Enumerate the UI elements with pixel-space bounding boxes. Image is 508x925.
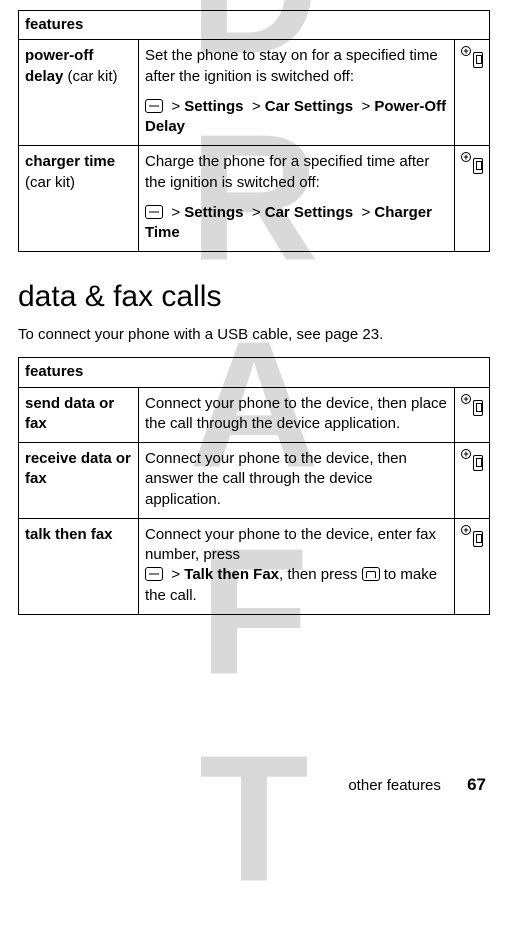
features-table-2: features send data or fax Connect your p… xyxy=(18,357,490,615)
feature-desc-cell: Connect your phone to the device, enter … xyxy=(139,518,455,614)
path-step: Car Settings xyxy=(265,98,353,115)
send-key-icon xyxy=(362,567,380,581)
feature-desc-cell: Set the phone to stay on for a specified… xyxy=(139,40,455,146)
section-heading: data & fax calls xyxy=(18,280,490,314)
feature-name-cell: receive data or fax xyxy=(19,443,139,519)
feature-desc-cell: Connect your phone to the device, then a… xyxy=(139,443,455,519)
feature-icon-cell: + xyxy=(455,387,490,443)
table2-header: features xyxy=(19,358,490,387)
feature-icon-cell: + xyxy=(455,518,490,614)
path-sep: > xyxy=(252,98,261,115)
section-intro: To connect your phone with a USB cable, … xyxy=(18,326,490,343)
feature-name-bold: talk then fax xyxy=(25,526,113,543)
feature-icon-cell: + xyxy=(455,443,490,519)
path-step: Car Settings xyxy=(265,204,353,221)
table-row: receive data or fax Connect your phone t… xyxy=(19,443,490,519)
accessory-required-icon: + xyxy=(461,525,483,547)
feature-desc-post1: , then press xyxy=(279,566,362,583)
accessory-required-icon: + xyxy=(461,152,483,174)
feature-desc: Connect your phone to the device, then p… xyxy=(145,395,447,432)
footer-section-label: other features xyxy=(348,777,441,794)
feature-icon-cell: + xyxy=(455,146,490,252)
path-step: Settings xyxy=(184,98,243,115)
feature-name-cell: power-off delay (car kit) xyxy=(19,40,139,146)
table-row: power-off delay (car kit) Set the phone … xyxy=(19,40,490,146)
path-step: Talk then Fax xyxy=(184,566,279,583)
feature-name-cell: send data or fax xyxy=(19,387,139,443)
features-table-1: features power-off delay (car kit) Set t… xyxy=(18,10,490,252)
path-sep: > xyxy=(361,204,370,221)
path-sep: > xyxy=(171,566,180,583)
table-row: talk then fax Connect your phone to the … xyxy=(19,518,490,614)
menu-key-icon xyxy=(145,205,163,219)
menu-path: > Settings > Car Settings > Power-Off De… xyxy=(145,97,448,138)
path-sep: > xyxy=(361,98,370,115)
feature-desc: Charge the phone for a specified time af… xyxy=(145,153,429,190)
feature-desc-pre: Connect your phone to the device, enter … xyxy=(145,526,436,563)
feature-name-rest: (car kit) xyxy=(63,68,117,85)
feature-name-bold: receive data or fax xyxy=(25,450,131,487)
menu-key-icon xyxy=(145,567,163,581)
feature-icon-cell: + xyxy=(455,40,490,146)
accessory-required-icon: + xyxy=(461,394,483,416)
table1-header: features xyxy=(19,11,490,40)
table-row: send data or fax Connect your phone to t… xyxy=(19,387,490,443)
path-sep: > xyxy=(171,98,180,115)
accessory-required-icon: + xyxy=(461,449,483,471)
table-row: charger time (car kit) Charge the phone … xyxy=(19,146,490,252)
feature-desc-cell: Charge the phone for a specified time af… xyxy=(139,146,455,252)
menu-key-icon xyxy=(145,99,163,113)
feature-name-cell: charger time (car kit) xyxy=(19,146,139,252)
page-footer: other features 67 xyxy=(348,775,486,795)
feature-name-bold: send data or fax xyxy=(25,395,114,432)
path-sep: > xyxy=(171,204,180,221)
page-number: 67 xyxy=(467,775,486,794)
feature-desc: Connect your phone to the device, then a… xyxy=(145,450,407,508)
path-step: Settings xyxy=(184,204,243,221)
feature-name-rest: (car kit) xyxy=(25,174,75,191)
path-sep: > xyxy=(252,204,261,221)
accessory-required-icon: + xyxy=(461,46,483,68)
page-content: features power-off delay (car kit) Set t… xyxy=(18,10,490,615)
feature-desc-cell: Connect your phone to the device, then p… xyxy=(139,387,455,443)
feature-desc: Set the phone to stay on for a specified… xyxy=(145,47,438,84)
feature-name-cell: talk then fax xyxy=(19,518,139,614)
menu-path: > Settings > Car Settings > Charger Time xyxy=(145,203,448,244)
feature-name-bold: charger time xyxy=(25,153,115,170)
